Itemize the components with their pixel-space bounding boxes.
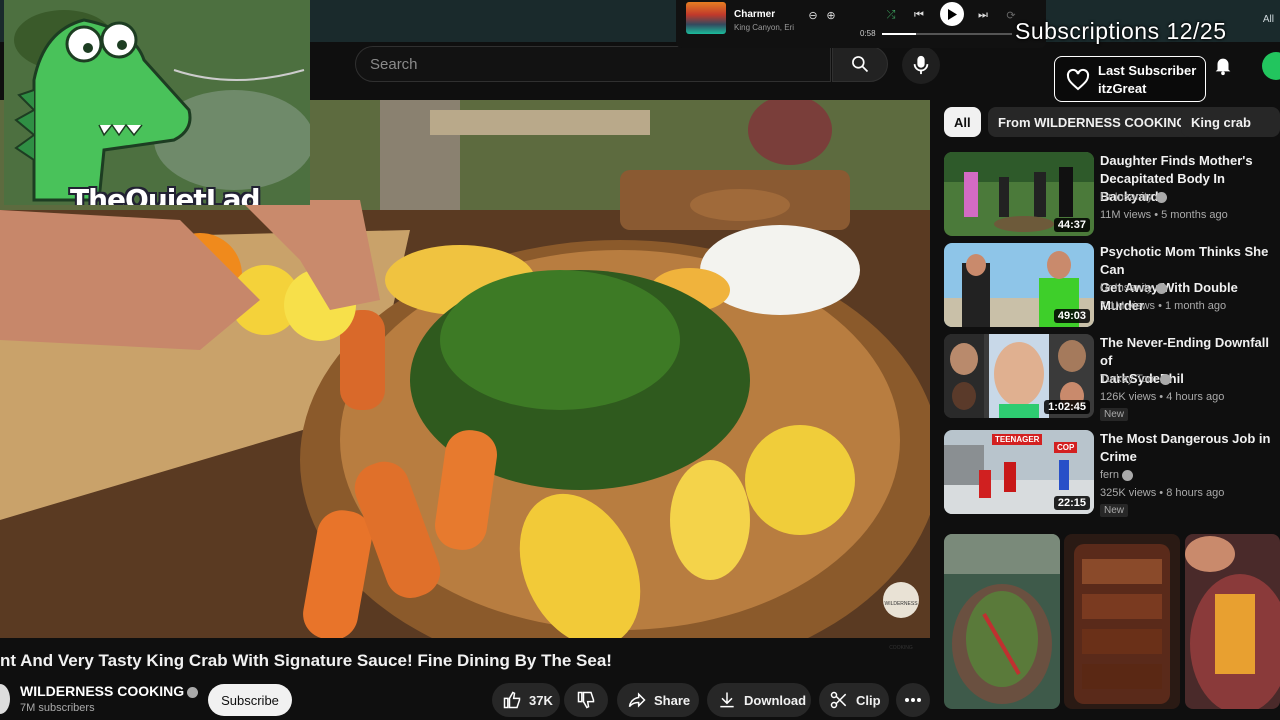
channel-name-text: WILDERNESS COOKING bbox=[20, 683, 185, 699]
thumbs-down-icon bbox=[577, 691, 595, 709]
channel-text: Turkey Tom bbox=[1100, 373, 1157, 385]
short-thumbnail[interactable] bbox=[1185, 534, 1280, 709]
verified-icon bbox=[1155, 282, 1167, 294]
short-thumbnail[interactable] bbox=[944, 534, 1060, 709]
last-subscriber-name: itzGreat bbox=[1098, 81, 1147, 96]
search-icon bbox=[852, 56, 869, 73]
account-avatar[interactable] bbox=[1262, 52, 1280, 80]
chip-king-crab[interactable]: King crab bbox=[1181, 107, 1280, 137]
clip-label: Clip bbox=[856, 692, 881, 708]
dislike-button[interactable] bbox=[564, 683, 608, 717]
new-badge: New bbox=[1100, 504, 1129, 517]
channel-avatar[interactable] bbox=[0, 684, 10, 714]
verified-icon bbox=[1155, 191, 1167, 203]
mic-icon bbox=[913, 55, 929, 75]
music-mini-player: Charmer King Canyon, Eri ⊖ ⊕ ⤮ ⏮ ⏭ ⟳ 0:5… bbox=[676, 0, 1046, 48]
title-line: The Most Dangerous Job in bbox=[1100, 431, 1271, 446]
video-thumbnail[interactable]: TEENAGER COP 22:15 bbox=[944, 430, 1094, 514]
new-badge: New bbox=[1100, 408, 1129, 421]
voice-search-button[interactable] bbox=[902, 46, 940, 84]
video-title: nt And Very Tasty King Crab With Signatu… bbox=[0, 651, 612, 670]
verified-icon bbox=[187, 686, 199, 698]
download-label: Download bbox=[744, 692, 807, 708]
clip-button[interactable]: Clip bbox=[819, 683, 889, 717]
download-icon bbox=[720, 692, 734, 708]
last-subscriber-label: Last Subscriber bbox=[1098, 63, 1197, 78]
video-duration: 44:37 bbox=[1053, 218, 1090, 232]
short-thumbnail[interactable] bbox=[1064, 534, 1180, 709]
teenager-label: TEENAGER bbox=[992, 434, 1043, 445]
thumbs-up-icon bbox=[503, 691, 521, 709]
recommended-video[interactable]: 1:02:45 The Never-Ending Downfall of Dark… bbox=[944, 334, 1280, 421]
cop-label: COP bbox=[1054, 442, 1078, 453]
video-channel[interactable]: fern bbox=[1100, 469, 1133, 481]
search-button[interactable] bbox=[832, 46, 888, 82]
verified-icon bbox=[1159, 373, 1171, 385]
video-meta: 126K views • 4 hours ago bbox=[1100, 391, 1225, 403]
search-placeholder: Search bbox=[370, 55, 418, 73]
song-title: Charmer bbox=[734, 9, 776, 20]
video-channel[interactable]: Dr Insanity bbox=[1100, 282, 1167, 294]
search-input[interactable]: Search bbox=[355, 46, 831, 82]
title-line: Daughter Finds Mother's bbox=[1100, 153, 1253, 168]
title-line: Crime bbox=[1100, 449, 1137, 464]
channel-watermark[interactable]: WILDERNESS COOKING bbox=[883, 582, 919, 651]
shuffle-icon[interactable]: ⤮ bbox=[882, 6, 900, 24]
play-button[interactable] bbox=[940, 2, 964, 26]
video-thumbnail[interactable]: 49:03 bbox=[944, 243, 1094, 327]
heart-icon bbox=[1066, 68, 1090, 91]
subscribe-button[interactable]: Subscribe bbox=[208, 684, 292, 716]
play-icon bbox=[948, 8, 957, 20]
recommended-video[interactable]: 49:03 Psychotic Mom Thinks She Can Get Aw… bbox=[944, 243, 1280, 329]
streamer-name: TheQuietLad bbox=[70, 183, 261, 205]
video-duration: 49:03 bbox=[1053, 309, 1090, 323]
streamer-overlay: TheQuietLad bbox=[4, 0, 310, 205]
recommended-video[interactable]: TEENAGER COP 22:15 The Most Dangerous Jo… bbox=[944, 430, 1280, 517]
crocodile-mascot bbox=[4, 0, 310, 205]
video-thumbnail[interactable]: 1:02:45 bbox=[944, 334, 1094, 418]
video-channel[interactable]: Turkey Tom bbox=[1100, 373, 1171, 385]
video-duration: 22:15 bbox=[1053, 496, 1090, 510]
album-art bbox=[686, 2, 726, 34]
share-icon bbox=[628, 692, 646, 708]
video-thumbnail[interactable]: 44:37 bbox=[944, 152, 1094, 236]
progress-track[interactable] bbox=[882, 33, 1012, 35]
song-artist: King Canyon, Eri bbox=[734, 23, 795, 32]
subscriber-count: 7M subscribers bbox=[20, 702, 95, 714]
video-channel[interactable]: Dr Insanity bbox=[1100, 191, 1167, 203]
recommended-video[interactable]: 44:37 Daughter Finds Mother's Decapitated… bbox=[944, 152, 1280, 238]
like-button[interactable]: 37K bbox=[492, 683, 560, 717]
more-icon bbox=[905, 698, 921, 702]
more-actions-button[interactable] bbox=[896, 683, 930, 717]
previous-icon[interactable]: ⏮ bbox=[910, 6, 928, 24]
elapsed-time: 0:58 bbox=[860, 29, 876, 38]
video-meta: 325K views • 8 hours ago bbox=[1100, 487, 1225, 499]
minus-icon[interactable]: ⊖ bbox=[804, 6, 822, 24]
channel-text: Dr Insanity bbox=[1100, 191, 1153, 203]
all-tabs-label[interactable]: All bbox=[1263, 14, 1274, 25]
title-line: Psychotic Mom Thinks She Can bbox=[1100, 244, 1269, 277]
subscriptions-counter: Subscriptions 12/25 bbox=[1015, 18, 1227, 44]
video-meta: 7.1M views • 1 month ago bbox=[1100, 300, 1227, 312]
like-count: 37K bbox=[529, 692, 553, 708]
download-button[interactable]: Download bbox=[707, 683, 811, 717]
video-duration: 1:02:45 bbox=[1044, 400, 1090, 414]
verified-icon bbox=[1121, 469, 1133, 481]
scissors-icon bbox=[830, 691, 847, 709]
share-label: Share bbox=[654, 692, 691, 708]
video-meta: 11M views • 5 months ago bbox=[1100, 209, 1228, 221]
chip-from-channel[interactable]: From WILDERNESS COOKING bbox=[988, 107, 1197, 137]
progress-fill bbox=[882, 33, 916, 35]
channel-text: Dr Insanity bbox=[1100, 282, 1153, 294]
video-title[interactable]: The Most Dangerous Job in Crime bbox=[1100, 430, 1280, 466]
channel-name[interactable]: WILDERNESS COOKING bbox=[20, 683, 199, 699]
title-line: The Never-Ending Downfall of bbox=[1100, 335, 1270, 368]
chip-all[interactable]: All bbox=[944, 107, 981, 137]
bell-icon[interactable] bbox=[1212, 54, 1234, 76]
share-button[interactable]: Share bbox=[617, 683, 699, 717]
channel-text: fern bbox=[1100, 469, 1119, 481]
next-icon[interactable]: ⏭ bbox=[974, 6, 992, 24]
plus-icon[interactable]: ⊕ bbox=[822, 6, 840, 24]
last-subscriber-box: Last Subscriber itzGreat bbox=[1054, 56, 1206, 102]
